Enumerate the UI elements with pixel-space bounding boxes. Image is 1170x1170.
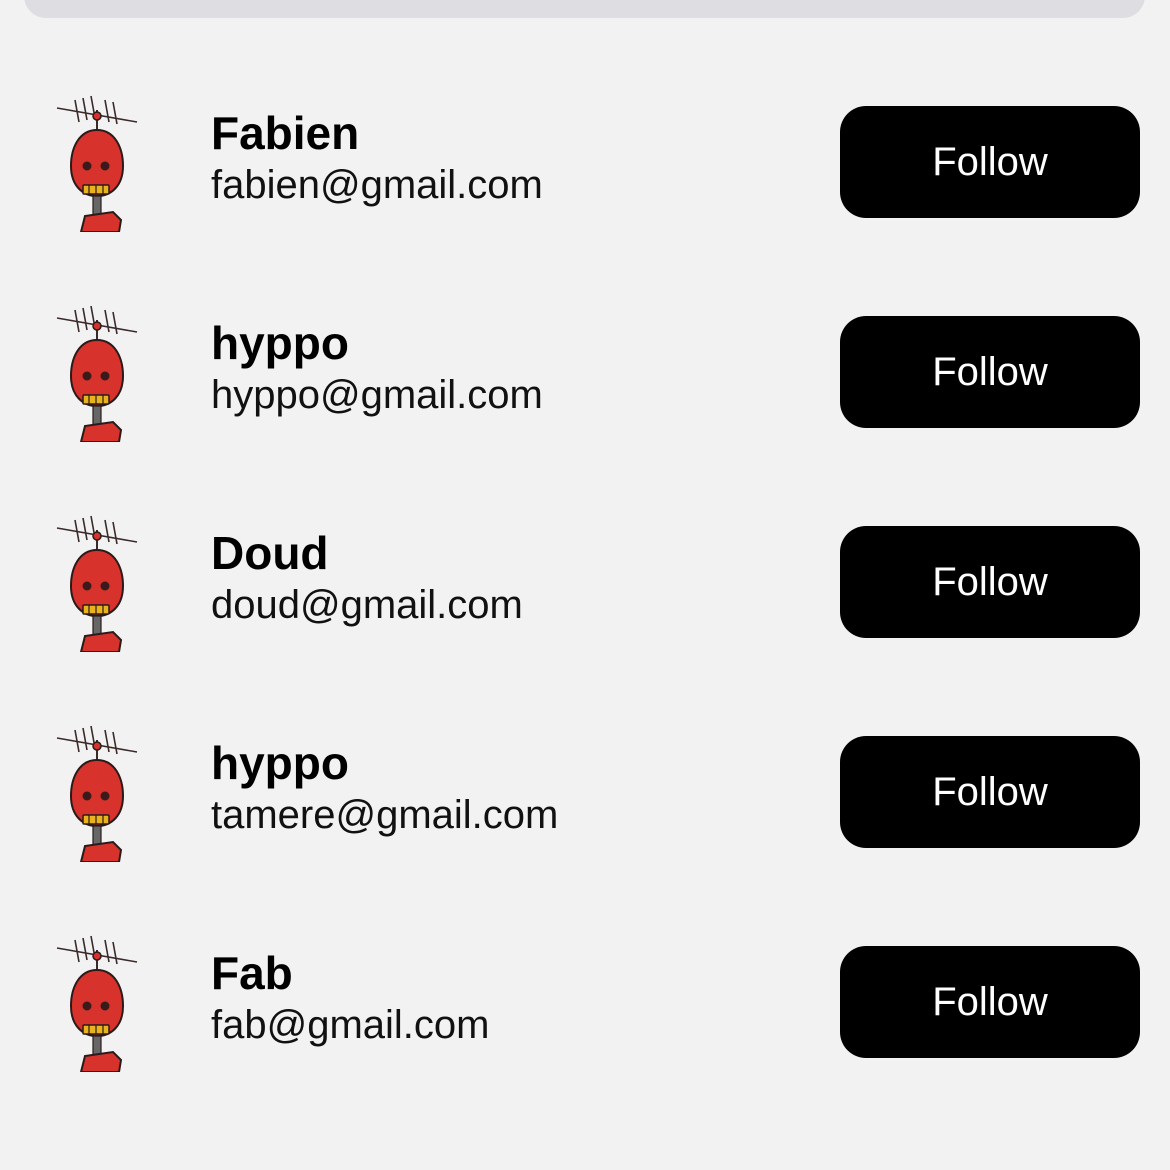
- list-item: Fab fab@gmail.com Follow: [0, 922, 1170, 1082]
- user-email: fabien@gmail.com: [211, 163, 543, 207]
- user-name: hyppo: [211, 317, 349, 369]
- robot-avatar-icon: [55, 512, 139, 652]
- user-email: hyppo@gmail.com: [211, 373, 543, 417]
- robot-avatar-icon: [55, 932, 139, 1072]
- follow-button[interactable]: Follow: [840, 106, 1140, 218]
- user-name: Doud: [211, 527, 329, 579]
- user-email: tamere@gmail.com: [211, 793, 559, 837]
- follow-button[interactable]: Follow: [840, 736, 1140, 848]
- list-item: hyppo hyppo@gmail.com Follow: [0, 292, 1170, 452]
- user-name: Fabien: [211, 107, 360, 159]
- list-item: Doud doud@gmail.com Follow: [0, 502, 1170, 662]
- user-name: hyppo: [211, 737, 349, 789]
- robot-avatar-icon: [55, 302, 139, 442]
- robot-avatar-icon: [55, 92, 139, 232]
- user-email: doud@gmail.com: [211, 583, 523, 627]
- user-list: Fabien fabien@gmail.com Follow hyppo hyp…: [0, 0, 1170, 1170]
- list-item: hyppo tamere@gmail.com Follow: [0, 712, 1170, 872]
- robot-avatar-icon: [55, 722, 139, 862]
- follow-button[interactable]: Follow: [840, 316, 1140, 428]
- user-name: Fab: [211, 947, 293, 999]
- user-email: fab@gmail.com: [211, 1003, 490, 1047]
- follow-button[interactable]: Follow: [840, 526, 1140, 638]
- follow-button[interactable]: Follow: [840, 946, 1140, 1058]
- list-item: Fabien fabien@gmail.com Follow: [0, 82, 1170, 242]
